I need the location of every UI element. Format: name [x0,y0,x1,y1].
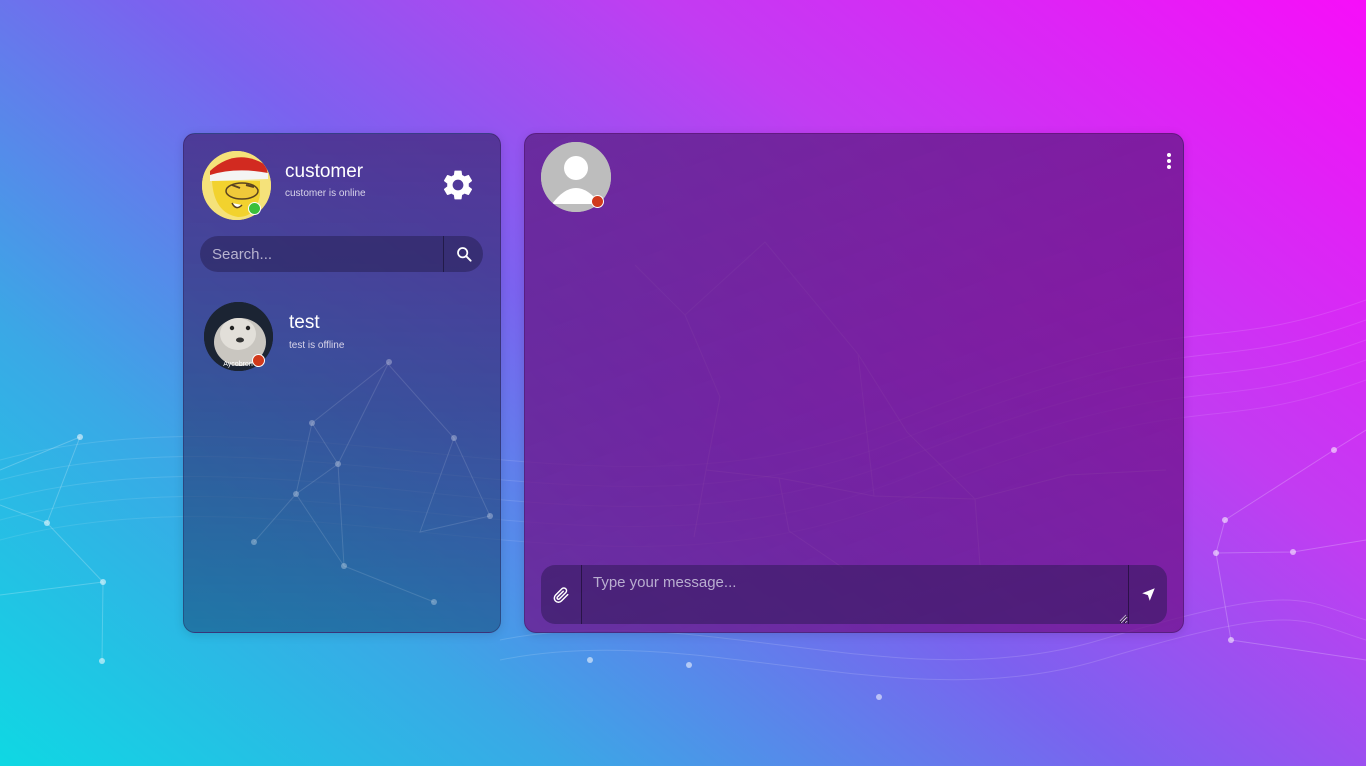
send-icon [1142,588,1155,601]
user-name: customer [285,161,364,182]
user-status-text: customer is online [285,188,366,199]
search-button[interactable] [443,236,483,272]
contact-status-text: test is offline [289,340,345,351]
avatar-caption: Aycobron [223,361,253,368]
send-button[interactable] [1128,565,1167,624]
settings-button[interactable] [440,167,476,203]
contacts-panel: customer customer is online Aycobron [183,133,501,633]
resize-handle-icon[interactable] [1118,613,1127,622]
search-icon [457,247,472,262]
chat-panel [524,133,1184,633]
message-input[interactable] [582,565,1128,624]
search-bar [200,236,483,272]
attach-button[interactable] [541,565,582,624]
contact-offline-indicator [252,354,265,367]
chat-partner-offline-indicator [591,195,604,208]
more-vertical-icon [1167,153,1171,169]
message-composer [541,565,1167,624]
more-options-button[interactable] [1161,151,1177,171]
gear-icon [443,170,473,200]
user-online-indicator [248,202,261,215]
contact-list-item[interactable]: Aycobron test test is offline [204,302,484,374]
paperclip-icon [553,586,569,603]
search-input[interactable] [200,236,443,272]
contact-name: test [289,312,320,333]
